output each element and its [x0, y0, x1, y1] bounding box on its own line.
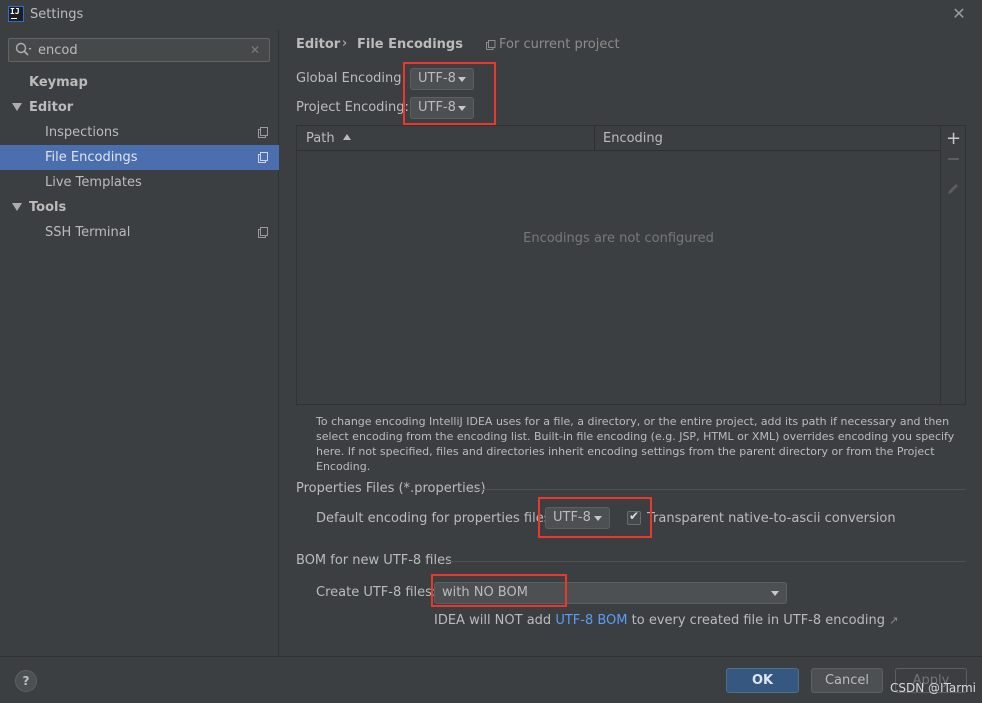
- add-icon[interactable]: +: [946, 130, 961, 148]
- table-toolbar: +: [940, 126, 965, 404]
- highlight-box: [431, 574, 567, 607]
- sidebar-item-tools[interactable]: Tools: [0, 195, 279, 220]
- table-body[interactable]: Encodings are not configured: [297, 151, 940, 404]
- table-header: Path Encoding: [297, 126, 940, 151]
- intellij-logo-icon: IJ: [8, 6, 24, 22]
- watermark: CSDN @ITarmi: [890, 681, 977, 695]
- clear-search-icon[interactable]: ✕: [250, 43, 262, 57]
- edit-pencil-icon[interactable]: [946, 182, 960, 196]
- project-scope-icon: [486, 40, 496, 50]
- dialog-footer: ? OK Cancel Apply CSDN @ITarmi: [0, 656, 982, 703]
- section-divider: [470, 489, 966, 490]
- window-title: Settings: [30, 7, 84, 22]
- external-link-icon: ↗: [889, 614, 899, 627]
- section-divider: [446, 561, 966, 562]
- project-scope-icon: [258, 127, 268, 138]
- project-scope-icon: [258, 227, 268, 238]
- breadcrumb-editor[interactable]: Editor: [296, 37, 340, 52]
- properties-encoding-label: Default encoding for properties files:: [316, 511, 555, 526]
- sidebar-item-file-encodings[interactable]: File Encodings: [0, 145, 279, 170]
- global-encoding-label: Global Encoding:: [296, 71, 406, 86]
- close-icon[interactable]: ✕: [950, 5, 968, 23]
- utf8-bom-link[interactable]: UTF-8 BOM: [555, 613, 627, 628]
- sidebar-item-live-templates[interactable]: Live Templates: [0, 170, 279, 195]
- sidebar-item-keymap[interactable]: Keymap: [0, 70, 279, 95]
- encoding-help-text: To change encoding IntelliJ IDEA uses fo…: [316, 415, 955, 473]
- sidebar-item-ssh-terminal[interactable]: SSH Terminal: [0, 220, 279, 245]
- sort-ascending-icon: [342, 134, 351, 140]
- project-scope-icon: [258, 152, 268, 163]
- title-bar: IJ Settings ✕: [0, 0, 982, 30]
- search-icon: [15, 42, 32, 56]
- settings-sidebar: ✕ Keymap Editor Inspections File Encodin…: [0, 30, 279, 656]
- expand-arrow-icon[interactable]: [12, 103, 22, 111]
- sidebar-item-inspections[interactable]: Inspections: [0, 120, 279, 145]
- column-header-encoding[interactable]: Encoding: [603, 126, 663, 151]
- breadcrumb-separator: ›: [342, 36, 348, 51]
- project-encoding-label: Project Encoding:: [296, 100, 409, 115]
- properties-section-title: Properties Files (*.properties): [296, 481, 486, 496]
- remove-icon[interactable]: [948, 158, 959, 160]
- cancel-button[interactable]: Cancel: [811, 668, 883, 693]
- scope-label: For current project: [499, 37, 620, 52]
- search-field[interactable]: ✕: [8, 38, 270, 62]
- expand-arrow-icon[interactable]: [12, 203, 22, 211]
- settings-content: Editor › File Encodings For current proj…: [280, 30, 982, 656]
- native-to-ascii-label[interactable]: Transparent native-to-ascii conversion: [647, 511, 896, 526]
- search-input[interactable]: [38, 41, 238, 59]
- chevron-down-icon: [771, 591, 779, 596]
- empty-table-message: Encodings are not configured: [523, 231, 714, 246]
- highlight-box: [403, 62, 496, 125]
- ok-button[interactable]: OK: [726, 668, 799, 693]
- page-title: File Encodings: [357, 37, 463, 52]
- sidebar-item-editor[interactable]: Editor: [0, 95, 279, 120]
- highlight-box: [538, 497, 652, 538]
- bom-section-title: BOM for new UTF-8 files: [296, 553, 452, 568]
- create-utf8-label: Create UTF-8 files:: [316, 585, 437, 600]
- column-header-path[interactable]: Path: [297, 126, 595, 151]
- encodings-table: Path Encoding Encodings are not configur…: [296, 125, 966, 405]
- bom-note: IDEA will NOT add UTF-8 BOM to every cre…: [434, 613, 899, 628]
- help-button[interactable]: ?: [15, 670, 37, 692]
